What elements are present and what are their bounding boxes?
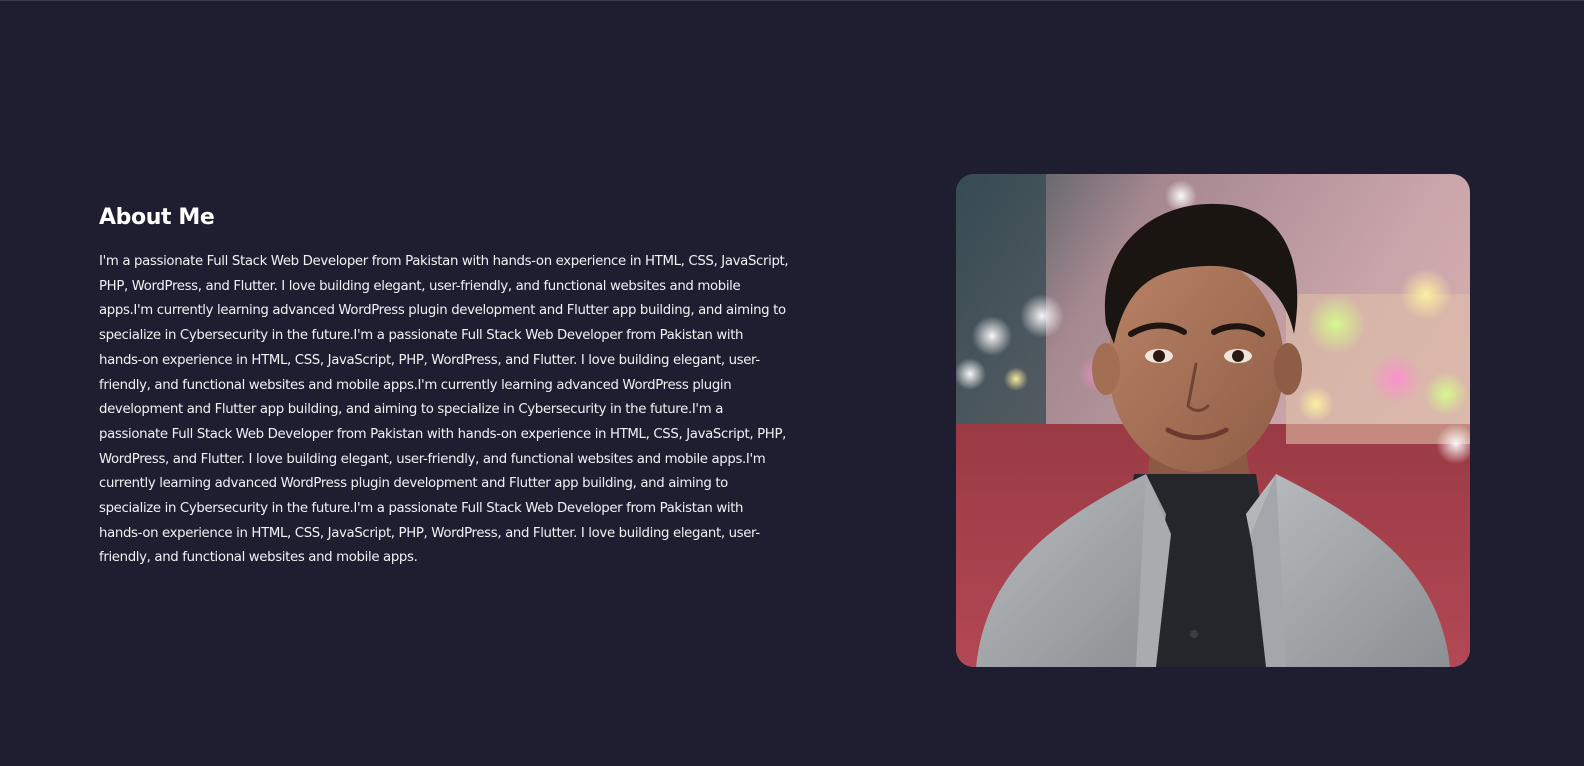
- profile-photo-illustration: [956, 174, 1470, 667]
- about-paragraph: I'm a passionate Full Stack Web Develope…: [99, 254, 789, 566]
- profile-photo: [956, 174, 1470, 667]
- about-text-block: About Me I'm a passionate Full Stack Web…: [99, 200, 789, 571]
- about-section: About Me I'm a passionate Full Stack Web…: [0, 0, 1584, 766]
- about-heading: About Me: [99, 205, 215, 230]
